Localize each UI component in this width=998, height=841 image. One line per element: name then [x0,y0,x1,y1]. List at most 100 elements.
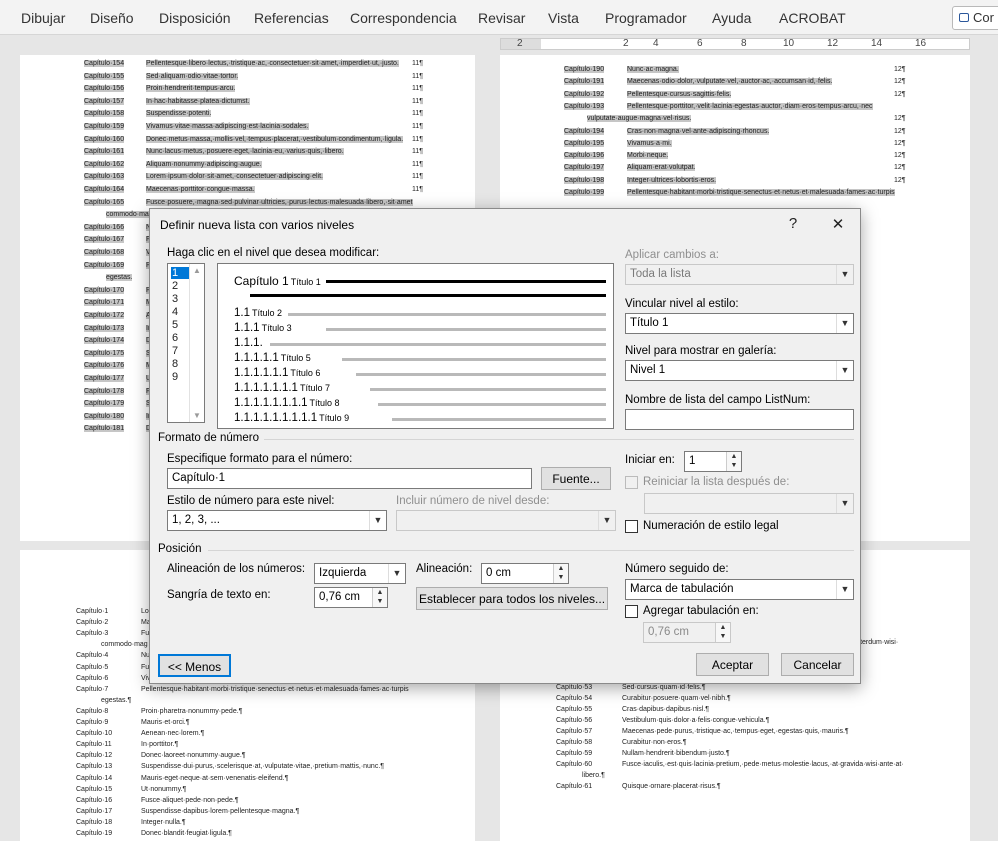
level-item-5[interactable]: 5 [171,319,189,331]
toc-entry[interactable]: Capítulo·160 [84,135,125,143]
toc-entry[interactable]: Capítulo·166 [84,223,125,231]
toc-entry[interactable]: Capítulo·171 [84,299,125,307]
toc-entry[interactable]: Capítulo·9 [76,719,108,726]
toc-entry[interactable]: Capítulo·199 [564,189,605,196]
toc-entry[interactable]: Capítulo·1 [76,608,108,615]
chevron-down-icon[interactable]: ▼ [836,580,853,599]
level-item-2[interactable]: 2 [171,280,189,292]
help-button[interactable]: ? [783,215,803,232]
link-style-select[interactable]: Título 1 ▼ [625,313,854,334]
set-all-levels-button[interactable]: Establecer para todos los niveles... [416,587,608,610]
toc-entry[interactable]: Capítulo·155 [84,72,125,80]
toc-entry[interactable]: Capítulo·2 [76,619,108,626]
follow-number-select[interactable]: Marca de tabulación ▼ [625,579,854,600]
toc-entry[interactable]: Capítulo·177 [84,375,125,382]
spinner-icon[interactable]: ▲ ▼ [372,588,387,607]
cancel-button[interactable]: Cancelar [781,653,854,676]
toc-entry[interactable]: Capítulo·163 [84,173,125,181]
toc-entry[interactable]: Capítulo·175 [84,349,125,357]
toc-entry[interactable]: Capítulo·7 [76,686,108,693]
toc-entry[interactable]: Capítulo·191 [564,78,605,86]
chevron-down-icon[interactable]: ▼ [388,564,405,583]
toc-entry[interactable]: Capítulo·168 [84,249,125,256]
level-item-1[interactable]: 1 [171,267,189,279]
toc-entry[interactable]: Capítulo·159 [84,123,125,130]
listnum-input[interactable] [625,409,854,430]
toc-entry[interactable]: Capítulo·19 [76,830,112,837]
number-style-select[interactable]: 1, 2, 3, ... ▼ [167,510,387,531]
toc-entry[interactable]: Capítulo·157 [84,97,125,105]
toc-entry[interactable]: Capítulo·178 [84,387,125,395]
number-format-input[interactable]: Capítulo·1 [167,468,532,489]
level-item-8[interactable]: 8 [171,358,189,370]
toc-entry[interactable]: Capítulo·198 [564,176,605,184]
level-item-7[interactable]: 7 [171,345,189,357]
ok-button[interactable]: Aceptar [696,653,769,676]
toc-entry[interactable]: Capítulo·164 [84,186,125,193]
toc-entry[interactable]: Capítulo·16 [76,797,112,804]
toc-entry[interactable]: Capítulo·192 [564,90,605,98]
toc-entry[interactable]: Capítulo·8 [76,708,108,715]
toc-entry[interactable]: Capítulo·169 [84,261,125,269]
toc-entry[interactable]: Capítulo·195 [564,139,605,147]
toc-entry[interactable]: Capítulo·196 [564,152,605,160]
scroll-up-icon[interactable]: ▲ [190,264,204,275]
toc-entry[interactable]: Capítulo·4 [76,652,108,659]
toc-entry[interactable]: Capítulo·176 [84,362,125,370]
gallery-level-select[interactable]: Nivel 1 ▼ [625,360,854,381]
toc-entry[interactable]: Capítulo·193 [564,102,605,110]
tab-acrobat[interactable]: ACROBAT [779,10,846,26]
legal-style-checkbox[interactable] [625,520,638,533]
toc-entry[interactable]: Capítulo·194 [564,127,605,135]
tab-diseno[interactable]: Diseño [90,10,134,26]
tab-programador[interactable]: Programador [605,10,687,26]
chevron-down-icon[interactable]: ▼ [369,511,386,530]
chevron-down-icon[interactable]: ▼ [836,361,853,380]
spinner-icon[interactable]: ▲ ▼ [553,564,568,583]
toc-entry[interactable]: Capítulo·61 [556,783,592,790]
tab-ayuda[interactable]: Ayuda [712,10,751,26]
toc-entry[interactable]: Capítulo·59 [556,750,592,757]
level-item-4[interactable]: 4 [171,306,189,318]
scroll-down-icon[interactable]: ▼ [190,411,204,420]
less-button[interactable]: << Menos [158,654,231,677]
add-tab-checkbox[interactable] [625,605,638,618]
toc-entry[interactable]: Capítulo·55 [556,706,592,713]
toc-entry[interactable]: Capítulo·154 [84,60,125,67]
toc-entry[interactable]: Capítulo·180 [84,412,125,420]
chevron-down-icon[interactable]: ▼ [836,314,853,333]
toc-entry[interactable]: Capítulo·60 [556,761,592,768]
comments-button[interactable]: Cor [952,6,998,30]
toc-entry[interactable]: Capítulo·57 [556,728,592,735]
toc-entry[interactable]: Capítulo·14 [76,775,112,782]
toc-entry[interactable]: Capítulo·13 [76,763,112,770]
toc-entry[interactable]: Capítulo·170 [84,286,125,294]
toc-entry[interactable]: Capítulo·179 [84,400,125,408]
tab-dibujar[interactable]: Dibujar [21,10,65,26]
toc-entry[interactable]: Capítulo·173 [84,324,125,332]
horizontal-ruler[interactable]: 2 2 4 6 8 10 12 14 16 [500,38,970,50]
toc-entry[interactable]: Capítulo·5 [76,664,108,671]
toc-entry[interactable]: Capítulo·181 [84,425,125,433]
toc-entry[interactable]: Capítulo·15 [76,786,112,793]
tab-revisar[interactable]: Revisar [478,10,525,26]
toc-entry[interactable]: Capítulo·167 [84,236,125,244]
level-item-3[interactable]: 3 [171,293,189,305]
tab-disposicion[interactable]: Disposición [159,10,231,26]
level-item-9[interactable]: 9 [171,371,189,383]
level-scrollbar[interactable]: ▲ ▼ [189,264,204,422]
tab-referencias[interactable]: Referencias [254,10,329,26]
toc-entry[interactable]: Capítulo·10 [76,730,112,737]
toc-entry[interactable]: Capítulo·6 [76,675,108,682]
toc-entry[interactable]: Capítulo·12 [76,752,112,759]
spinner-icon[interactable]: ▲ ▼ [726,452,741,471]
tab-correspondencia[interactable]: Correspondencia [350,10,457,26]
toc-entry[interactable]: Capítulo·197 [564,164,605,172]
toc-entry[interactable]: Capítulo·17 [76,808,112,815]
start-at-input[interactable]: 1 ▲ ▼ [684,451,742,472]
toc-entry[interactable]: Capítulo·162 [84,160,125,168]
toc-entry[interactable]: Capítulo·165 [84,198,125,206]
toc-entry[interactable]: Capítulo·161 [84,148,125,156]
toc-entry[interactable]: Capítulo·172 [84,312,125,319]
toc-entry[interactable]: Capítulo·56 [556,717,592,724]
